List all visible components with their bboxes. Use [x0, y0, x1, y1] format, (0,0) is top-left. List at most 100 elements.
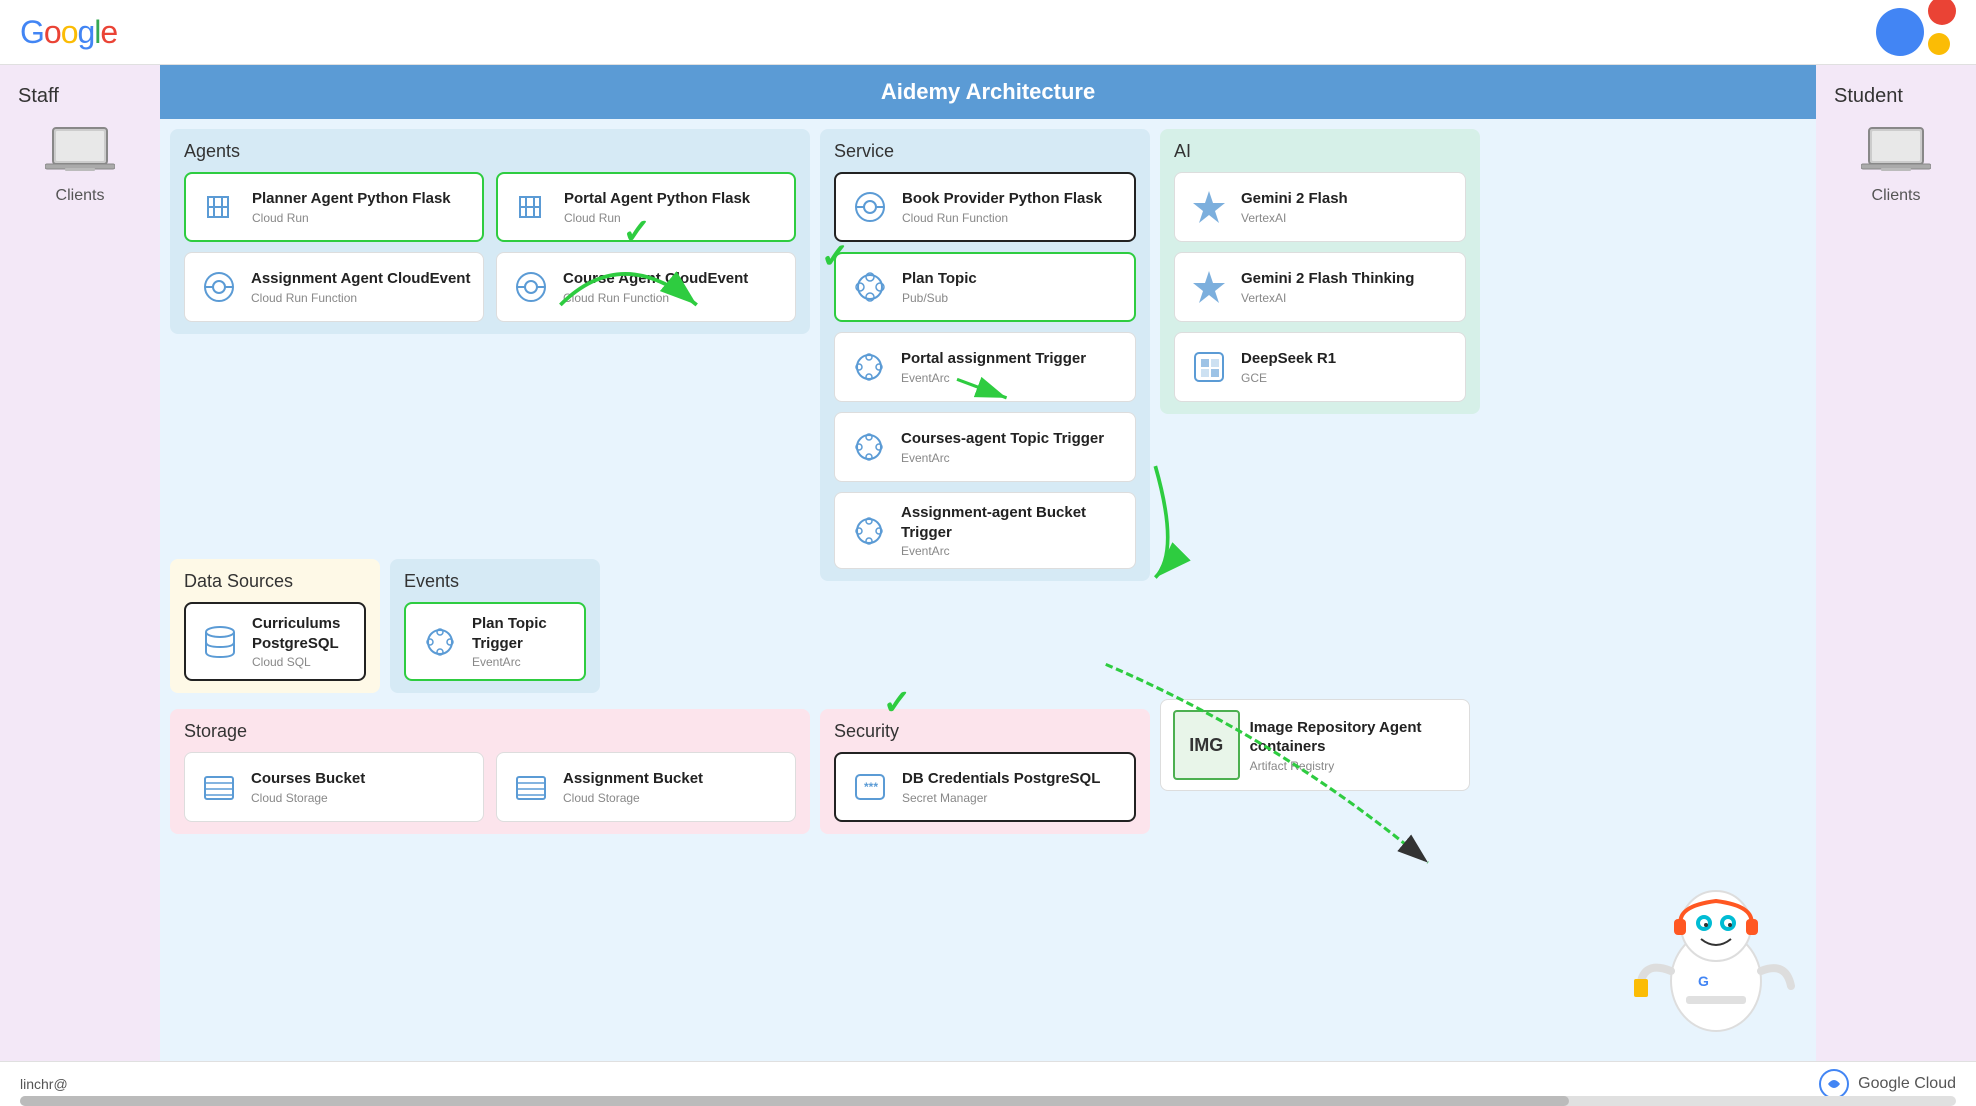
assignment-agent-trigger-text: Assignment-agent Bucket Trigger EventArc	[901, 503, 1123, 558]
deepseek-text: DeepSeek R1 GCE	[1241, 349, 1336, 385]
portal-assignment-text: Portal assignment Trigger EventArc	[901, 349, 1086, 385]
svg-text:***: ***	[864, 780, 878, 794]
courses-agent-trigger-card: Courses-agent Topic Trigger EventArc	[834, 412, 1136, 482]
ai-section: AI Gemini 2 Flash VertexAI	[1160, 129, 1480, 414]
portal-assignment-card: Portal assignment Trigger EventArc	[834, 332, 1136, 402]
assignment-agent-card: Assignment Agent CloudEvent Cloud Run Fu…	[184, 252, 484, 322]
top-bar: Google	[0, 0, 1976, 65]
events-label: Events	[404, 571, 586, 592]
portal-assignment-sub: EventArc	[901, 371, 1086, 385]
student-title: Student	[1826, 85, 1903, 108]
assignment-agent-icon	[197, 265, 241, 309]
assignment-agent-trigger-name: Assignment-agent Bucket Trigger	[901, 503, 1123, 542]
gem-circle-red	[1928, 0, 1956, 25]
svg-text:G: G	[1698, 973, 1709, 989]
course-agent-icon	[509, 265, 553, 309]
agents-label: Agents	[184, 141, 796, 162]
course-agent-card: Course Agent CloudEvent Cloud Run Functi…	[496, 252, 796, 322]
course-agent-text: Course Agent CloudEvent Cloud Run Functi…	[563, 269, 748, 305]
plan-topic-text: Plan Topic Pub/Sub	[902, 269, 977, 305]
portal-agent-card: Portal Agent Python Flask Cloud Run	[496, 172, 796, 242]
db-credentials-text: DB Credentials PostgreSQL Secret Manager	[902, 769, 1100, 805]
db-credentials-name: DB Credentials PostgreSQL	[902, 769, 1100, 789]
deepseek-sub: GCE	[1241, 371, 1336, 385]
planner-agent-name: Planner Agent Python Flask	[252, 189, 451, 209]
deepseek-card: DeepSeek R1 GCE	[1174, 332, 1466, 402]
security-label: Security	[834, 721, 1136, 742]
gemini-thinking-text: Gemini 2 Flash Thinking VertexAI	[1241, 269, 1414, 305]
datasources-label: Data Sources	[184, 571, 366, 592]
assignment-bucket-sub: Cloud Storage	[563, 791, 703, 805]
events-section: Events Plan Topic Trigger EventAr	[390, 559, 600, 693]
courses-bucket-icon	[197, 765, 241, 809]
scrollbar[interactable]	[20, 1096, 1956, 1106]
plan-topic-trigger-name: Plan Topic Trigger	[472, 614, 572, 653]
assignment-bucket-name: Assignment Bucket	[563, 769, 703, 789]
robot-svg: G	[1626, 851, 1806, 1051]
courses-agent-trigger-text: Courses-agent Topic Trigger EventArc	[901, 429, 1104, 465]
deepseek-name: DeepSeek R1	[1241, 349, 1336, 369]
assignment-bucket-icon	[509, 765, 553, 809]
planner-agent-text: Planner Agent Python Flask Cloud Run	[252, 189, 451, 225]
gemini-flash-sub: VertexAI	[1241, 211, 1348, 225]
artifact-img-box: IMG	[1173, 710, 1240, 780]
book-provider-name: Book Provider Python Flask	[902, 189, 1102, 209]
plan-topic-trigger-sub: EventArc	[472, 655, 572, 669]
service-items: Book Provider Python Flask Cloud Run Fun…	[834, 172, 1136, 569]
plan-topic-trigger-card: Plan Topic Trigger EventArc	[404, 602, 586, 681]
db-credentials-card: *** DB Credentials PostgreSQL Secret Man…	[834, 752, 1136, 822]
assignment-agent-trigger-card: Assignment-agent Bucket Trigger EventArc	[834, 492, 1136, 569]
center-diagram: Aidemy Architecture Agents	[160, 65, 1816, 1061]
staff-panel: Staff Clients	[0, 65, 160, 1061]
plan-topic-trigger-icon	[418, 620, 462, 664]
portal-assignment-name: Portal assignment Trigger	[901, 349, 1086, 369]
portal-agent-sub: Cloud Run	[564, 211, 750, 225]
gemini-flash-card: Gemini 2 Flash VertexAI	[1174, 172, 1466, 242]
courses-agent-trigger-name: Courses-agent Topic Trigger	[901, 429, 1104, 449]
service-section: Service Book Provi	[820, 129, 1150, 581]
gemini-icon	[1876, 8, 1956, 56]
book-provider-text: Book Provider Python Flask Cloud Run Fun…	[902, 189, 1102, 225]
student-panel: Student Clients	[1816, 65, 1976, 1061]
student-laptop-icon	[1861, 124, 1931, 179]
portal-agent-text: Portal Agent Python Flask Cloud Run	[564, 189, 750, 225]
curriculums-text: Curriculums PostgreSQL Cloud SQL	[252, 614, 352, 669]
plan-topic-name: Plan Topic	[902, 269, 977, 289]
student-client-label: Clients	[1872, 187, 1921, 205]
portal-agent-icon	[510, 185, 554, 229]
plan-topic-sub: Pub/Sub	[902, 291, 977, 305]
assignment-bucket-text: Assignment Bucket Cloud Storage	[563, 769, 703, 805]
artifact-name: Image Repository Agent containers	[1250, 718, 1457, 757]
plan-topic-trigger-text: Plan Topic Trigger EventArc	[472, 614, 572, 669]
book-provider-icon	[848, 185, 892, 229]
assignment-agent-trigger-sub: EventArc	[901, 544, 1123, 558]
google-logo: Google	[20, 14, 117, 51]
agents-row2: Assignment Agent CloudEvent Cloud Run Fu…	[184, 252, 796, 322]
gemini-flash-icon	[1187, 185, 1231, 229]
planner-agent-icon	[198, 185, 242, 229]
bottom-bar: linchr@ Google Cloud	[0, 1061, 1976, 1106]
assignment-agent-text: Assignment Agent CloudEvent Cloud Run Fu…	[251, 269, 470, 305]
curriculums-icon	[198, 620, 242, 664]
assignment-agent-sub: Cloud Run Function	[251, 291, 470, 305]
gemini-thinking-card: Gemini 2 Flash Thinking VertexAI	[1174, 252, 1466, 322]
g-red: o	[44, 14, 61, 50]
db-credentials-sub: Secret Manager	[902, 791, 1100, 805]
gem-circle-yellow	[1928, 33, 1950, 55]
book-provider-sub: Cloud Run Function	[902, 211, 1102, 225]
agents-row1: Planner Agent Python Flask Cloud Run	[184, 172, 796, 242]
service-label: Service	[834, 141, 1136, 162]
scrollbar-thumb[interactable]	[20, 1096, 1569, 1106]
courses-bucket-card: Courses Bucket Cloud Storage	[184, 752, 484, 822]
artifact-text: Image Repository Agent containers Artifa…	[1250, 718, 1457, 773]
courses-agent-trigger-icon	[847, 425, 891, 469]
course-agent-sub: Cloud Run Function	[563, 291, 748, 305]
gem-circle-blue	[1876, 8, 1924, 56]
storage-label: Storage	[184, 721, 796, 742]
assignment-bucket-card: Assignment Bucket Cloud Storage	[496, 752, 796, 822]
agents-section: Agents Planner Age	[170, 129, 810, 334]
book-provider-card: Book Provider Python Flask Cloud Run Fun…	[834, 172, 1136, 242]
staff-title: Staff	[10, 85, 59, 108]
g-blue: G	[20, 14, 44, 50]
courses-bucket-text: Courses Bucket Cloud Storage	[251, 769, 365, 805]
